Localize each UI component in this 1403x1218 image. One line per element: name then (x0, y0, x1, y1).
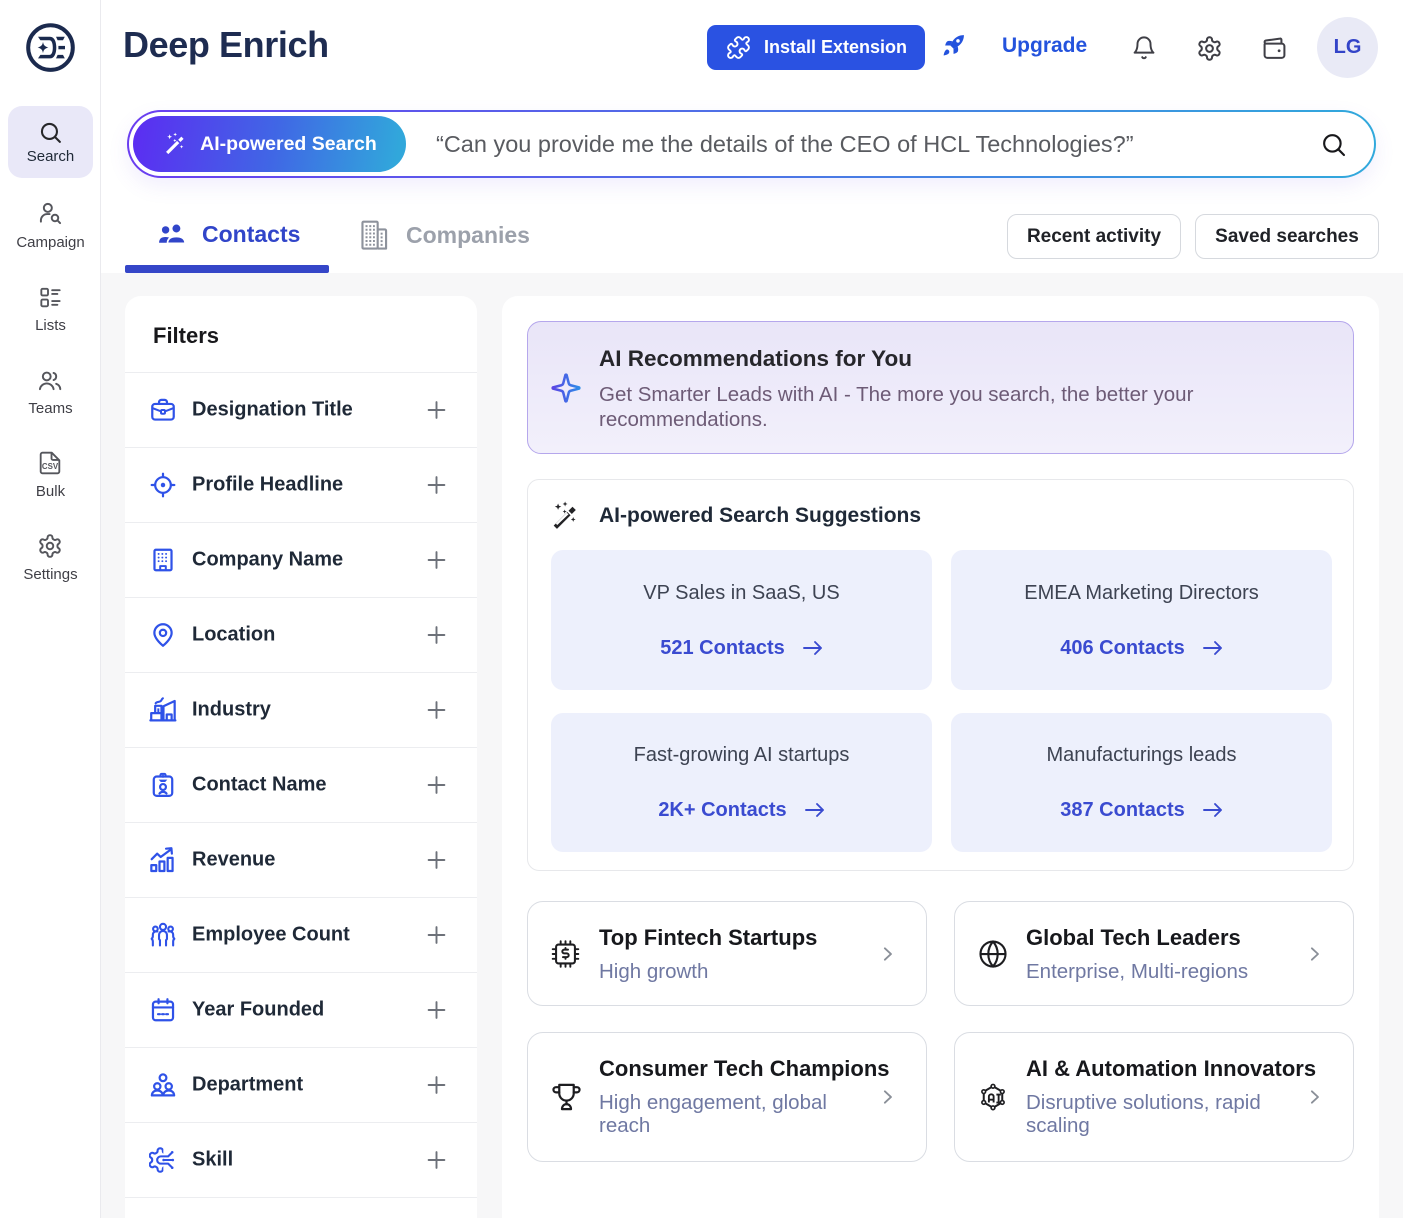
svg-text:CSV: CSV (42, 462, 59, 471)
